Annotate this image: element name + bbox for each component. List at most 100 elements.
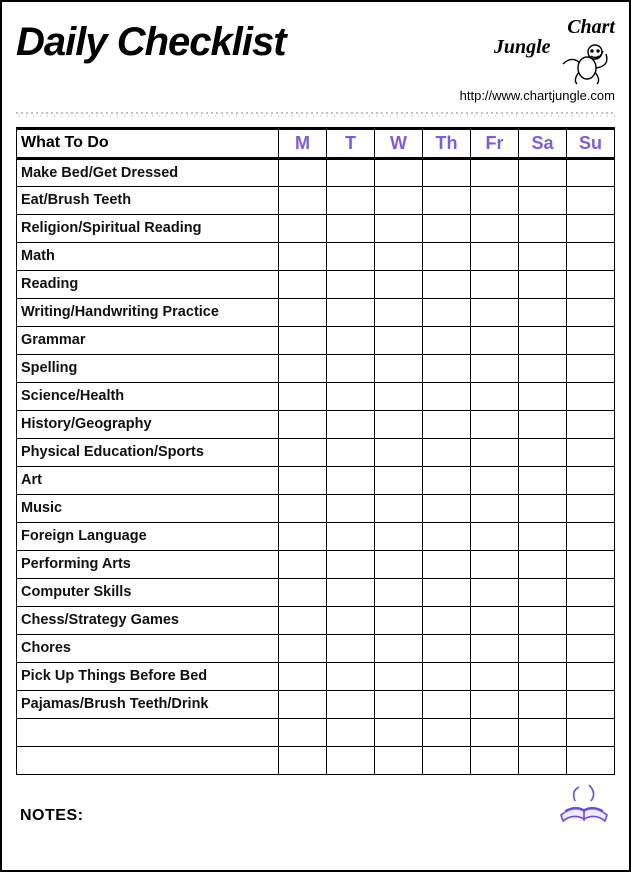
check-cell[interactable] bbox=[567, 494, 615, 522]
check-cell[interactable] bbox=[375, 718, 423, 746]
check-cell[interactable] bbox=[327, 214, 375, 242]
check-cell[interactable] bbox=[327, 746, 375, 774]
check-cell[interactable] bbox=[327, 578, 375, 606]
check-cell[interactable] bbox=[423, 522, 471, 550]
check-cell[interactable] bbox=[567, 326, 615, 354]
check-cell[interactable] bbox=[471, 718, 519, 746]
check-cell[interactable] bbox=[519, 522, 567, 550]
check-cell[interactable] bbox=[567, 746, 615, 774]
check-cell[interactable] bbox=[567, 242, 615, 270]
check-cell[interactable] bbox=[279, 466, 327, 494]
check-cell[interactable] bbox=[471, 186, 519, 214]
check-cell[interactable] bbox=[375, 466, 423, 494]
check-cell[interactable] bbox=[519, 690, 567, 718]
check-cell[interactable] bbox=[471, 746, 519, 774]
check-cell[interactable] bbox=[327, 690, 375, 718]
check-cell[interactable] bbox=[519, 662, 567, 690]
check-cell[interactable] bbox=[519, 242, 567, 270]
check-cell[interactable] bbox=[279, 718, 327, 746]
check-cell[interactable] bbox=[279, 214, 327, 242]
check-cell[interactable] bbox=[567, 438, 615, 466]
check-cell[interactable] bbox=[423, 578, 471, 606]
check-cell[interactable] bbox=[519, 634, 567, 662]
check-cell[interactable] bbox=[423, 550, 471, 578]
check-cell[interactable] bbox=[423, 662, 471, 690]
check-cell[interactable] bbox=[519, 326, 567, 354]
check-cell[interactable] bbox=[279, 270, 327, 298]
check-cell[interactable] bbox=[471, 662, 519, 690]
check-cell[interactable] bbox=[471, 438, 519, 466]
check-cell[interactable] bbox=[423, 718, 471, 746]
check-cell[interactable] bbox=[279, 382, 327, 410]
check-cell[interactable] bbox=[519, 410, 567, 438]
check-cell[interactable] bbox=[567, 634, 615, 662]
check-cell[interactable] bbox=[567, 690, 615, 718]
check-cell[interactable] bbox=[423, 298, 471, 326]
check-cell[interactable] bbox=[279, 550, 327, 578]
check-cell[interactable] bbox=[423, 242, 471, 270]
check-cell[interactable] bbox=[327, 494, 375, 522]
check-cell[interactable] bbox=[375, 606, 423, 634]
check-cell[interactable] bbox=[423, 186, 471, 214]
check-cell[interactable] bbox=[279, 494, 327, 522]
check-cell[interactable] bbox=[567, 550, 615, 578]
check-cell[interactable] bbox=[375, 494, 423, 522]
check-cell[interactable] bbox=[567, 522, 615, 550]
check-cell[interactable] bbox=[519, 158, 567, 186]
check-cell[interactable] bbox=[471, 606, 519, 634]
check-cell[interactable] bbox=[471, 634, 519, 662]
check-cell[interactable] bbox=[423, 214, 471, 242]
check-cell[interactable] bbox=[471, 214, 519, 242]
check-cell[interactable] bbox=[375, 438, 423, 466]
check-cell[interactable] bbox=[423, 690, 471, 718]
check-cell[interactable] bbox=[519, 438, 567, 466]
check-cell[interactable] bbox=[519, 494, 567, 522]
check-cell[interactable] bbox=[375, 662, 423, 690]
check-cell[interactable] bbox=[519, 298, 567, 326]
check-cell[interactable] bbox=[471, 522, 519, 550]
check-cell[interactable] bbox=[567, 466, 615, 494]
check-cell[interactable] bbox=[327, 718, 375, 746]
check-cell[interactable] bbox=[471, 410, 519, 438]
check-cell[interactable] bbox=[519, 270, 567, 298]
check-cell[interactable] bbox=[279, 158, 327, 186]
check-cell[interactable] bbox=[327, 522, 375, 550]
check-cell[interactable] bbox=[327, 634, 375, 662]
check-cell[interactable] bbox=[327, 606, 375, 634]
check-cell[interactable] bbox=[471, 270, 519, 298]
check-cell[interactable] bbox=[423, 494, 471, 522]
check-cell[interactable] bbox=[567, 354, 615, 382]
check-cell[interactable] bbox=[567, 662, 615, 690]
check-cell[interactable] bbox=[567, 158, 615, 186]
check-cell[interactable] bbox=[375, 690, 423, 718]
check-cell[interactable] bbox=[375, 410, 423, 438]
check-cell[interactable] bbox=[375, 186, 423, 214]
check-cell[interactable] bbox=[279, 438, 327, 466]
check-cell[interactable] bbox=[519, 718, 567, 746]
check-cell[interactable] bbox=[375, 354, 423, 382]
check-cell[interactable] bbox=[375, 522, 423, 550]
check-cell[interactable] bbox=[567, 270, 615, 298]
check-cell[interactable] bbox=[327, 270, 375, 298]
check-cell[interactable] bbox=[519, 550, 567, 578]
check-cell[interactable] bbox=[375, 550, 423, 578]
check-cell[interactable] bbox=[279, 746, 327, 774]
check-cell[interactable] bbox=[471, 242, 519, 270]
check-cell[interactable] bbox=[519, 606, 567, 634]
check-cell[interactable] bbox=[279, 186, 327, 214]
check-cell[interactable] bbox=[471, 158, 519, 186]
check-cell[interactable] bbox=[567, 186, 615, 214]
check-cell[interactable] bbox=[327, 550, 375, 578]
check-cell[interactable] bbox=[519, 186, 567, 214]
check-cell[interactable] bbox=[375, 270, 423, 298]
check-cell[interactable] bbox=[519, 746, 567, 774]
check-cell[interactable] bbox=[423, 410, 471, 438]
check-cell[interactable] bbox=[471, 550, 519, 578]
check-cell[interactable] bbox=[279, 298, 327, 326]
check-cell[interactable] bbox=[423, 158, 471, 186]
check-cell[interactable] bbox=[375, 298, 423, 326]
check-cell[interactable] bbox=[327, 326, 375, 354]
check-cell[interactable] bbox=[327, 438, 375, 466]
check-cell[interactable] bbox=[279, 662, 327, 690]
check-cell[interactable] bbox=[279, 522, 327, 550]
